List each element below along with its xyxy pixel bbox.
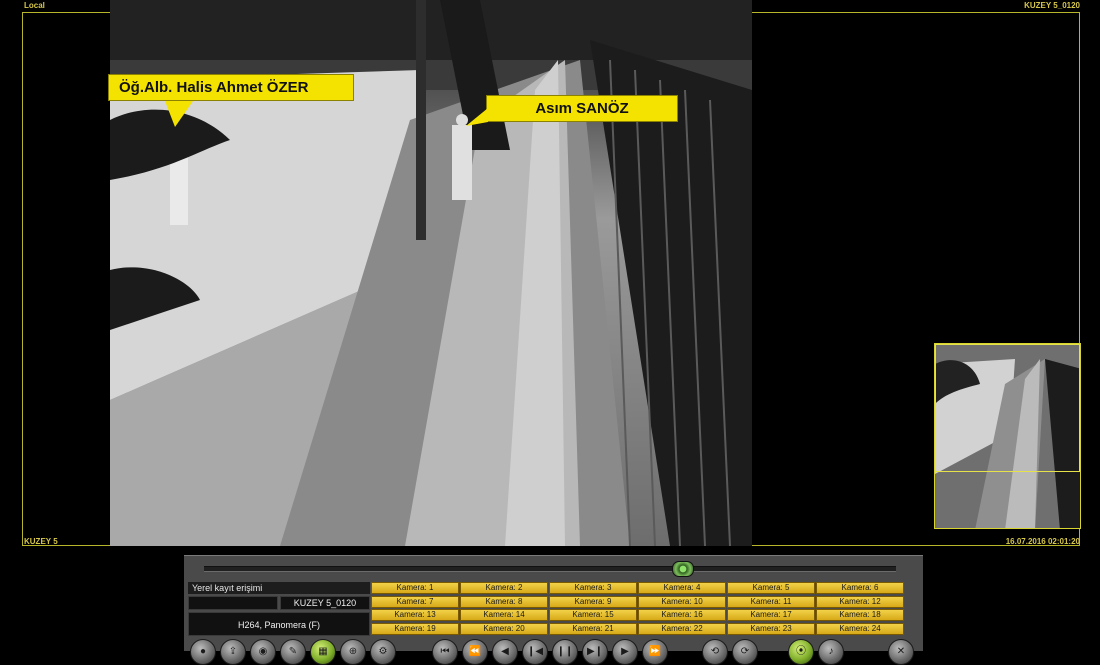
close-button[interactable]: ✕ [888,639,914,665]
fast-forward-button[interactable]: ⏩ [642,639,668,665]
camera-button-7[interactable]: Kamera: 7 [371,595,459,608]
camera-button-1[interactable]: Kamera: 1 [371,582,459,594]
callout-right-pointer [466,108,488,126]
step-forward-icon: ▶ [621,646,629,657]
sync-button[interactable]: ⟳ [732,639,758,665]
loop-icon: ⟲ [710,646,720,657]
camera-button-23[interactable]: Kamera: 23 [727,622,815,635]
record-button[interactable]: ● [190,639,216,665]
recording-blank-field [188,596,278,610]
playback-toolbar: ● ⇪ ◉ ✎ ▦ ⊕ ⚙ ⏮ ⏪ ◀ ❙◀ ❙❙ ▶❙ ▶ ⏩ ⟲ ⟳ ⦿ ♪ ✕ [188,639,918,665]
person-label-right: Asım SANÖZ [486,95,678,122]
fast-forward-icon: ⏩ [648,646,662,657]
playback-control-panel: Yerel kayıt erişimi KUZEY 5_0120 H264, P… [184,555,923,665]
skip-start-icon: ⏮ [440,646,450,657]
camera-button-13[interactable]: Kamera: 13 [371,609,459,621]
camera-button-3[interactable]: Kamera: 3 [549,582,637,594]
overview-focus-box [935,344,1080,472]
timeline-slider-handle[interactable] [672,561,694,577]
record-icon: ● [199,646,207,657]
osd-timestamp: 16.07.2016 02:01:20 [1005,537,1080,546]
camera-button-20[interactable]: Kamera: 20 [460,622,548,635]
osd-location-label: KUZEY 5 [24,537,58,546]
audio-button[interactable]: ♪ [818,639,844,665]
audio-icon: ♪ [828,646,834,657]
pause-button[interactable]: ❙❙ [552,639,578,665]
camera-button-2[interactable]: Kamera: 2 [460,582,548,594]
camera-button-12[interactable]: Kamera: 12 [816,595,904,608]
tag-button[interactable]: ✎ [280,639,306,665]
camera-button-16[interactable]: Kamera: 16 [638,609,726,621]
camera-button-22[interactable]: Kamera: 22 [638,622,726,635]
prev-frame-button[interactable]: ❙◀ [522,639,548,665]
recording-info: Yerel kayıt erişimi KUZEY 5_0120 H264, P… [188,582,370,636]
osd-source-label: Local [24,1,45,10]
close-icon: ✕ [896,646,906,657]
next-frame-button[interactable]: ▶❙ [582,639,608,665]
camera-button-6[interactable]: Kamera: 6 [816,582,904,594]
skip-start-button[interactable]: ⏮ [432,639,458,665]
camera-button-4[interactable]: Kamera: 4 [638,582,726,594]
prev-frame-icon: ❙◀ [526,646,544,657]
camera-button-24[interactable]: Kamera: 24 [816,622,904,635]
camera-button-15[interactable]: Kamera: 15 [549,609,637,621]
grid-button[interactable]: ▦ [310,639,336,665]
osd-camera-label: KUZEY 5_0120 [1024,1,1080,10]
export-button[interactable]: ⇪ [220,639,246,665]
sync-icon: ⟳ [740,646,750,657]
playback-timeline[interactable] [204,561,896,577]
step-back-icon: ◀ [501,646,509,657]
live-icon: ⦿ [796,646,806,657]
pause-icon: ❙❙ [556,646,574,657]
step-back-button[interactable]: ◀ [492,639,518,665]
loop-button[interactable]: ⟲ [702,639,728,665]
zoom-icon: ⊕ [348,646,358,657]
export-icon: ⇪ [228,646,238,657]
recording-camera-name: KUZEY 5_0120 [280,596,370,610]
camera-button-5[interactable]: Kamera: 5 [727,582,815,594]
rewind-button[interactable]: ⏪ [462,639,488,665]
camera-button-8[interactable]: Kamera: 8 [460,595,548,608]
zoom-button[interactable]: ⊕ [340,639,366,665]
grid-icon: ▦ [318,646,328,657]
step-forward-button[interactable]: ▶ [612,639,638,665]
camera-button-21[interactable]: Kamera: 21 [549,622,637,635]
recording-title: Yerel kayıt erişimi [188,582,370,594]
snapshot-button[interactable]: ◉ [250,639,276,665]
camera-button-9[interactable]: Kamera: 9 [549,595,637,608]
camera-button-18[interactable]: Kamera: 18 [816,609,904,621]
person-label-left: Öğ.Alb. Halis Ahmet ÖZER [108,74,354,101]
recording-codec: H264, Panomera (F) [188,612,370,636]
tag-icon: ✎ [288,646,298,657]
live-button[interactable]: ⦿ [788,639,814,665]
overview-thumbnail[interactable] [934,343,1081,529]
camera-button-14[interactable]: Kamera: 14 [460,609,548,621]
camera-button-grid: Kamera: 1 Kamera: 2 Kamera: 3 Kamera: 4 Kame… [371,582,911,636]
camera-button-11[interactable]: Kamera: 11 [727,595,815,608]
settings-icon: ⚙ [378,646,388,657]
callout-left-pointer [165,101,193,127]
camera-button-17[interactable]: Kamera: 17 [727,609,815,621]
rewind-icon: ⏪ [468,646,482,657]
camera-button-19[interactable]: Kamera: 19 [371,622,459,635]
camera-button-10[interactable]: Kamera: 10 [638,595,726,608]
settings-button[interactable]: ⚙ [370,639,396,665]
snapshot-icon: ◉ [258,646,268,657]
next-frame-icon: ▶❙ [586,646,604,657]
